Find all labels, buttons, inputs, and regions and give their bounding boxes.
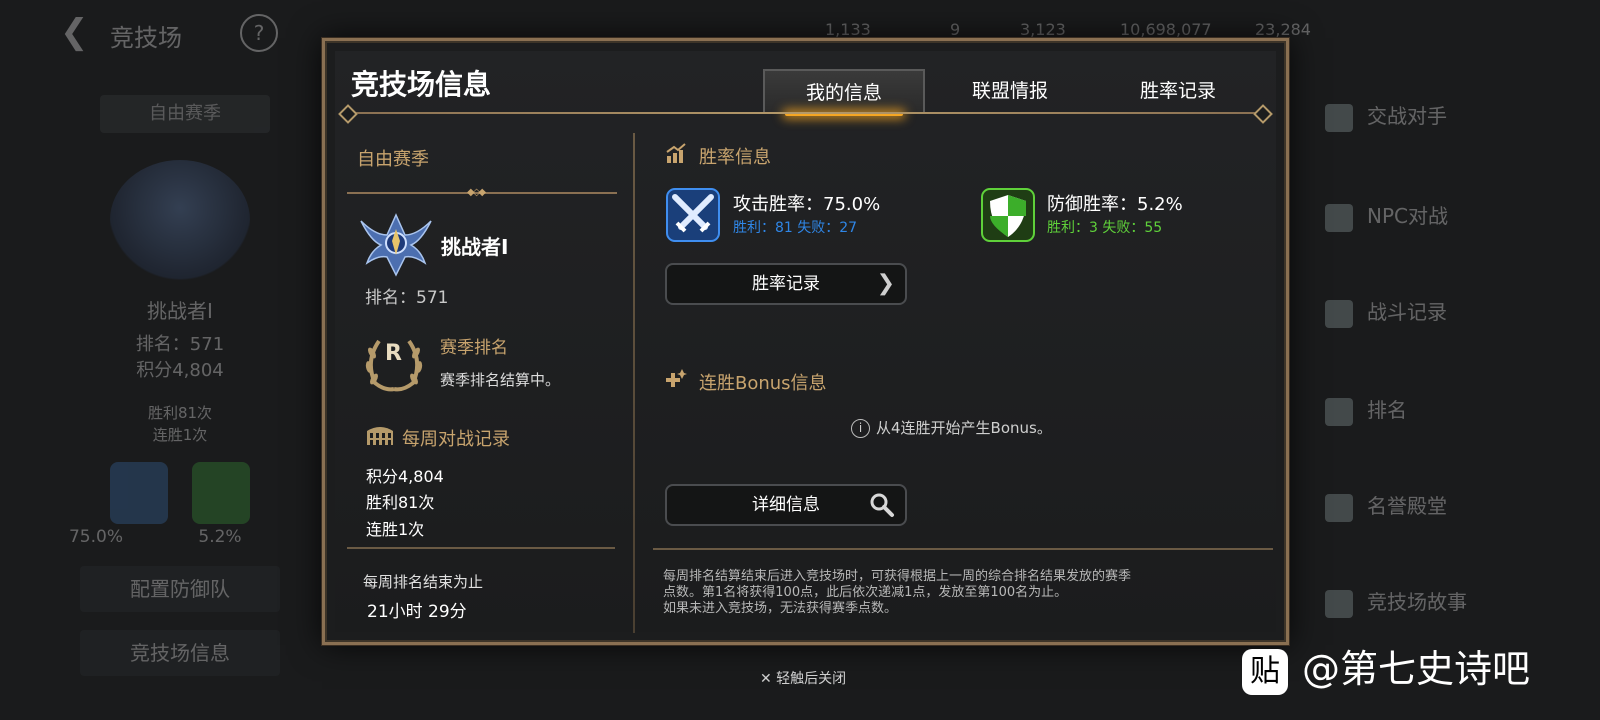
screen-title: 竞技场	[110, 24, 182, 52]
watermark-text: @第七史诗吧	[1302, 647, 1531, 691]
info-icon: i	[851, 419, 870, 438]
bonus-info-text: 从4连胜开始产生Bonus。	[876, 419, 1052, 437]
tab-winrate-record[interactable]: 胜率记录	[1097, 69, 1259, 113]
button-label: 胜率记录	[752, 274, 820, 294]
defense-team-button[interactable]: 配置防御队	[80, 566, 280, 612]
menu-item-battle-log[interactable]: 战斗记录	[1325, 296, 1447, 328]
arena-info-button[interactable]: 竞技场信息	[80, 630, 280, 676]
currency-value: 1,133	[825, 20, 871, 39]
column-divider	[633, 133, 635, 633]
rank-emblem-icon	[110, 160, 250, 280]
menu-item-npc[interactable]: NPC对战	[1325, 200, 1448, 232]
detail-info-button[interactable]: 详细信息	[665, 484, 907, 526]
defense-winrate-title: 防御胜率：5.2%	[1047, 194, 1183, 215]
menu-item-arena-story[interactable]: 竞技场故事	[1325, 586, 1467, 618]
stars-icon	[1325, 493, 1353, 522]
attack-winrate-detail: 胜利：81 失败：27	[733, 220, 858, 236]
modal-title: 竞技场信息	[351, 68, 492, 101]
arena-info-modal: 竞技场信息 我的信息 联盟情报 胜率记录 自由赛季 ◆◇◆ 挑战者I 排名：57…	[322, 38, 1289, 645]
weekly-streak: 连胜1次	[366, 520, 425, 539]
swords-icon	[1325, 103, 1353, 132]
menu-item-ranking[interactable]: 排名	[1325, 394, 1407, 426]
bonus-section-title: 连胜Bonus信息	[699, 373, 827, 394]
colosseum-icon	[367, 427, 393, 445]
note-line: 点数。第1名将获得100点，此后依次递减1点，发放至第100名为止。	[663, 585, 1068, 600]
defense-pct: 5.2%	[198, 527, 242, 547]
rank-position: 排名：571	[365, 288, 449, 308]
tieba-logo-icon: 贴	[1242, 648, 1288, 695]
menu-item-hall-of-fame[interactable]: 名誉殿堂	[1325, 490, 1447, 522]
season-tab[interactable]: 自由赛季	[100, 95, 270, 133]
note-line: 每周排名结算结束后进入竞技场时，可获得根据上一周的综合排名结果发放的赛季	[663, 569, 1132, 584]
trophy-icon	[1325, 397, 1353, 426]
tap-to-close-hint[interactable]: ✕ 轻触后关闭	[760, 668, 846, 688]
weekly-record-title: 每周对战记录	[402, 429, 510, 450]
season-rank-badge: R	[385, 341, 402, 366]
log-icon	[1325, 299, 1353, 328]
currency-value: 10,698,077	[1120, 20, 1212, 39]
npc-icon	[1325, 203, 1353, 232]
winrate-section-title: 胜率信息	[699, 147, 771, 168]
weekly-end-label: 每周排名结束为止	[363, 573, 484, 591]
season-rank-title: 赛季排名	[440, 338, 508, 358]
note-line: 如果未进入竞技场，无法获得赛季点数。	[663, 601, 898, 616]
bottom-divider	[653, 548, 1273, 550]
rank-name: 挑战者I	[441, 235, 509, 259]
header-divider	[345, 112, 1266, 114]
chevron-right-icon: ❯	[876, 271, 895, 296]
rank-name: 挑战者I	[147, 299, 213, 323]
winrate-record-button[interactable]: 胜率记录 ❯	[665, 263, 907, 305]
challenger-rank-icon	[360, 213, 432, 277]
attack-winrate-title: 攻击胜率：75.0%	[733, 194, 881, 215]
currency-value: 9	[950, 20, 961, 39]
green-shield-icon	[981, 188, 1035, 242]
score-text: 积分4,804	[136, 360, 224, 381]
season-rank-desc: 赛季排名结算中。	[440, 371, 561, 389]
divider-ornament	[338, 104, 358, 124]
button-label: 详细信息	[752, 495, 820, 515]
tab-my-info[interactable]: 我的信息	[763, 69, 925, 116]
currency-value: 23,284	[1255, 20, 1311, 39]
streak-text: 连胜1次	[152, 426, 208, 444]
magnifier-icon	[869, 486, 895, 524]
chart-up-icon	[666, 143, 686, 163]
left-divider	[347, 547, 615, 549]
watermark: 贴 @第七史诗吧	[1242, 638, 1530, 695]
attack-pct: 75.0%	[68, 527, 123, 547]
rank-position: 排名：571	[135, 334, 225, 355]
tab-alliance-intel[interactable]: 联盟情报	[929, 69, 1091, 113]
back-arrow-icon[interactable]: ❮	[60, 12, 89, 52]
season-points-note: 每周排名结算结束后进入竞技场时，可获得根据上一周的综合排名结果发放的赛季 点数。…	[663, 569, 1273, 617]
help-icon[interactable]: ?	[240, 14, 278, 52]
crossed-swords-icon	[666, 188, 720, 242]
weekly-score: 积分4,804	[366, 467, 444, 486]
wins-text: 胜利81次	[147, 404, 213, 422]
weekly-wins: 胜利81次	[366, 493, 435, 512]
weekly-end-countdown: 21小时 29分	[367, 602, 467, 622]
sword-icon	[110, 462, 168, 524]
sparkle-plus-icon	[666, 369, 687, 387]
ornament-diamonds: ◆◇◆	[467, 187, 486, 198]
scroll-icon	[1325, 589, 1353, 618]
season-title: 自由赛季	[357, 149, 429, 170]
currency-value: 3,123	[1020, 20, 1066, 39]
defense-winrate-detail: 胜利：3 失败：55	[1047, 220, 1163, 236]
menu-item-opponents[interactable]: 交战对手	[1325, 100, 1447, 132]
bonus-info: i 从4连胜开始产生Bonus。	[851, 417, 1052, 438]
shield-icon	[192, 462, 250, 524]
modal-body: 竞技场信息 我的信息 联盟情报 胜率记录 自由赛季 ◆◇◆ 挑战者I 排名：57…	[335, 51, 1276, 633]
